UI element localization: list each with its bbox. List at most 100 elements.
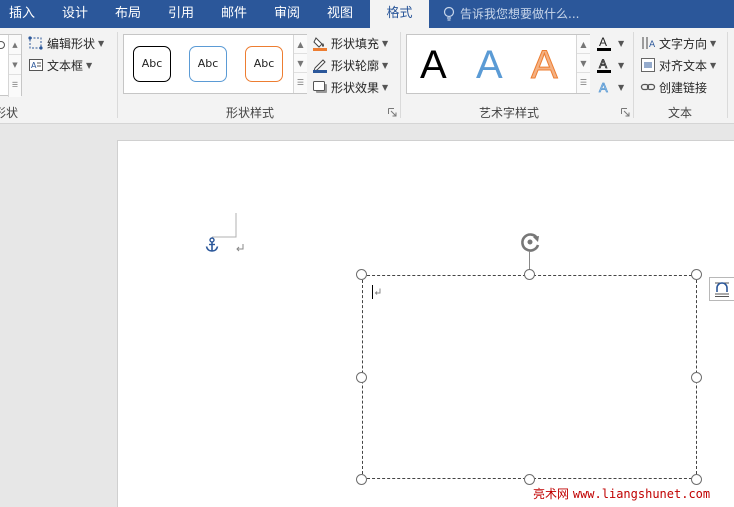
group-label-shape-styles: 形状样式 bbox=[226, 106, 275, 120]
resize-handle-bottom-right[interactable] bbox=[691, 474, 702, 485]
wordart-sample-orange[interactable]: A bbox=[531, 43, 559, 88]
svg-text:A: A bbox=[599, 57, 607, 71]
shape-style-preset-blue[interactable]: Abc bbox=[189, 46, 227, 82]
chevron-down-icon: ▼ bbox=[710, 60, 717, 70]
wordart-sample-black[interactable]: A bbox=[420, 43, 447, 87]
group-separator bbox=[727, 32, 728, 118]
tell-me-placeholder: 告诉我您想要做什么... bbox=[460, 7, 580, 21]
tab-design[interactable]: 设计 bbox=[50, 0, 100, 28]
lightbulb-icon bbox=[443, 6, 455, 21]
tab-layout[interactable]: 布局 bbox=[103, 0, 153, 28]
scroll-down-icon[interactable]: ▼ bbox=[577, 54, 590, 73]
text-direction-icon: A bbox=[640, 35, 656, 51]
resize-handle-top[interactable] bbox=[524, 269, 535, 280]
shape-fill-button[interactable]: 形状填充 ▼ bbox=[312, 33, 388, 53]
chevron-down-icon: ▼ bbox=[86, 60, 93, 70]
text-box-shape[interactable] bbox=[362, 275, 697, 479]
gallery-scrollbar[interactable]: ▲ ▼ ☰ bbox=[293, 35, 307, 93]
chevron-down-icon: ▼ bbox=[98, 38, 105, 48]
svg-text:A: A bbox=[599, 80, 608, 95]
watermark-site-name: 亮术网 bbox=[533, 487, 570, 501]
svg-text:A: A bbox=[649, 40, 656, 50]
shape-effects-icon bbox=[312, 79, 328, 95]
chevron-down-icon: ▼ bbox=[710, 38, 717, 48]
tab-review[interactable]: 审阅 bbox=[262, 0, 312, 28]
scroll-up-icon[interactable]: ▲ bbox=[577, 35, 590, 54]
chevron-down-icon: ▼ bbox=[618, 38, 625, 48]
shape-fill-label: 形状填充 bbox=[331, 36, 380, 51]
tab-references[interactable]: 引用 bbox=[156, 0, 206, 28]
text-cursor bbox=[372, 285, 373, 299]
text-outline-icon: A bbox=[596, 57, 612, 73]
text-outline-button[interactable]: A ▼ bbox=[596, 55, 624, 75]
document-page[interactable] bbox=[117, 140, 734, 507]
shape-styles-gallery[interactable]: Abc Abc Abc ▲ ▼ ☰ bbox=[123, 34, 307, 94]
paint-bucket-icon bbox=[312, 35, 328, 51]
site-watermark: 亮术网 www.liangshunet.com bbox=[533, 485, 710, 502]
chevron-down-icon: ▼ bbox=[382, 38, 389, 48]
layout-options-button[interactable] bbox=[709, 277, 734, 301]
group-separator bbox=[117, 32, 118, 118]
resize-handle-bottom[interactable] bbox=[524, 474, 535, 485]
gallery-scrollbar[interactable]: ▲ ▼ ☰ bbox=[576, 35, 590, 93]
align-text-label: 对齐文本 bbox=[659, 58, 708, 73]
chevron-down-icon: ▼ bbox=[382, 60, 389, 70]
edit-shape-icon bbox=[28, 35, 44, 51]
shape-outline-button[interactable]: 形状轮廓 ▼ bbox=[312, 55, 388, 75]
text-fill-button[interactable]: A ▼ bbox=[596, 33, 624, 53]
group-label-text: 文本 bbox=[668, 106, 693, 120]
resize-handle-top-left[interactable] bbox=[356, 269, 367, 280]
resize-handle-left[interactable] bbox=[356, 372, 367, 383]
layout-options-icon bbox=[715, 282, 729, 297]
document-area bbox=[0, 125, 734, 507]
shapes-gallery[interactable]: ▲ ▼ ☰ bbox=[0, 34, 22, 97]
wordart-styles-gallery[interactable]: A A A ▲ ▼ ☰ bbox=[406, 34, 590, 94]
tab-insert[interactable]: 插入 bbox=[0, 0, 44, 28]
align-text-button[interactable]: 对齐文本 ▼ bbox=[640, 55, 716, 75]
resize-handle-top-right[interactable] bbox=[691, 269, 702, 280]
edit-shape-label: 编辑形状 bbox=[47, 36, 96, 51]
text-effects-button[interactable]: A ▼ bbox=[596, 77, 625, 97]
create-link-button[interactable]: 创建链接 bbox=[640, 77, 707, 97]
anchor-icon[interactable] bbox=[205, 237, 219, 253]
tab-format[interactable]: 格式 bbox=[370, 0, 429, 28]
dialog-launcher-icon[interactable] bbox=[621, 108, 630, 117]
tell-me-search[interactable]: 告诉我您想要做什么... bbox=[442, 0, 579, 28]
shape-outline-label: 形状轮廓 bbox=[331, 58, 380, 73]
text-box-label: 文本框 bbox=[47, 58, 84, 73]
chevron-down-icon: ▼ bbox=[618, 60, 625, 70]
tab-mailings[interactable]: 邮件 bbox=[209, 0, 259, 28]
rotate-handle-icon[interactable] bbox=[518, 230, 544, 256]
shape-style-preset-orange[interactable]: Abc bbox=[245, 46, 283, 82]
shape-effects-button[interactable]: 形状效果 ▼ bbox=[312, 77, 388, 97]
text-effects-icon: A bbox=[596, 79, 612, 96]
svg-text:A: A bbox=[599, 35, 607, 49]
shape-style-preset-black[interactable]: Abc bbox=[133, 46, 171, 82]
group-label-shapes: 形状 bbox=[0, 106, 19, 120]
gallery-more-icon[interactable]: ☰ bbox=[577, 73, 590, 92]
link-icon bbox=[640, 79, 656, 95]
wordart-sample-blue[interactable]: A bbox=[476, 43, 503, 87]
text-direction-button[interactable]: A 文字方向 ▼ bbox=[640, 33, 716, 53]
chevron-down-icon: ▼ bbox=[382, 82, 389, 92]
gallery-more-icon[interactable]: ☰ bbox=[294, 73, 307, 92]
svg-text:A: A bbox=[31, 61, 37, 70]
resize-handle-right[interactable] bbox=[691, 372, 702, 383]
align-text-icon bbox=[640, 57, 656, 73]
scroll-down-icon[interactable]: ▼ bbox=[294, 54, 307, 73]
ribbon-panel: ▲ ▼ ☰ 编辑形状 ▼ A 文本框 ▼ 形状 Abc Abc Abc ▲ ▼ … bbox=[0, 28, 734, 124]
scroll-up-icon[interactable]: ▲ bbox=[294, 35, 307, 54]
text-fill-icon: A bbox=[596, 35, 612, 51]
text-direction-label: 文字方向 bbox=[659, 36, 708, 51]
resize-handle-bottom-left[interactable] bbox=[356, 474, 367, 485]
paragraph-mark-icon bbox=[236, 244, 244, 252]
dialog-launcher-icon[interactable] bbox=[388, 108, 397, 117]
pencil-outline-icon bbox=[312, 57, 328, 73]
text-box-button[interactable]: A 文本框 ▼ bbox=[28, 55, 92, 75]
watermark-url: www.liangshunet.com bbox=[572, 487, 711, 501]
edit-shape-button[interactable]: 编辑形状 ▼ bbox=[28, 33, 104, 53]
group-separator bbox=[633, 32, 634, 118]
paragraph-mark-icon bbox=[374, 288, 381, 295]
group-separator bbox=[400, 32, 401, 118]
tab-view[interactable]: 视图 bbox=[315, 0, 365, 28]
